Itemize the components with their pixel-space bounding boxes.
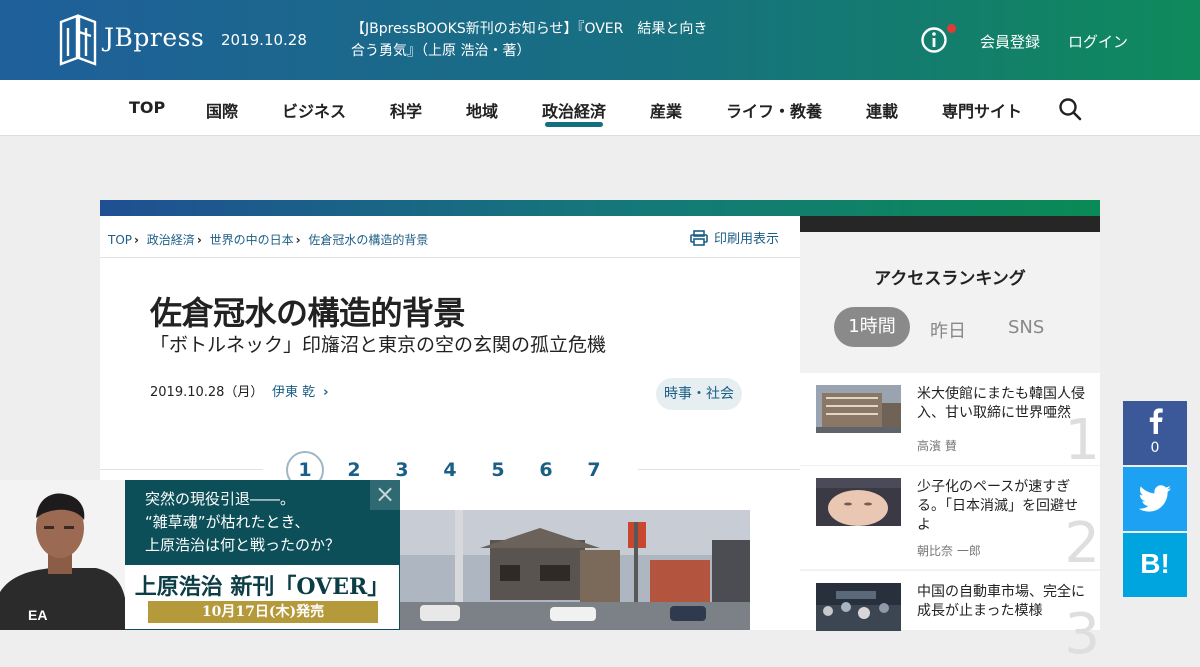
ranking-item-author: 高濱 賛 (917, 439, 957, 453)
chevron-right-icon: › (323, 385, 329, 400)
twitter-share-button[interactable] (1123, 467, 1187, 531)
nav-international[interactable]: 国際 (206, 98, 238, 122)
breadcrumb: TOP › 政治経済 › 世界の中の日本 › 佐倉冠水の構造的背景 (108, 231, 428, 248)
nav-politics-economy[interactable]: 政治経済 (542, 98, 606, 122)
print-view-label: 印刷用表示 (714, 232, 780, 247)
promo-release-date: 10月17日(木)発売 (148, 601, 378, 623)
page-5[interactable]: 5 (479, 451, 517, 489)
sidebar-top-bar (800, 216, 1100, 232)
site-header: JBpress 2019.10.28 【JBpressBOOKS新刊のお知らせ】… (0, 0, 1200, 80)
ranking-item[interactable]: 少子化のペースが速すぎる。「日本消滅」を回避せよ 朝比奈 一郎 2 (800, 466, 1100, 576)
breadcrumb-current[interactable]: 佐倉冠水の構造的背景 (308, 233, 428, 247)
ranking-item-author: 朝比奈 一郎 (917, 544, 981, 558)
article-photo (400, 510, 750, 630)
nav-active-indicator (545, 122, 603, 127)
ranking-item[interactable]: 中国の自動車市場、完全に成長が止まった模様 3 (800, 571, 1100, 663)
promo-copy: 突然の現役引退――。 “雑草魂”が枯れたとき、 上原浩治は何と戦ったのか？ (145, 488, 340, 557)
facebook-icon (1149, 408, 1163, 434)
print-view-link[interactable]: 印刷用表示 (690, 228, 779, 247)
twitter-bird-icon (1138, 485, 1171, 512)
book-promo-banner[interactable]: EA 突然の現役引退――。 “雑草魂”が枯れたとき、 上原浩治は何と戦ったのか？… (0, 480, 400, 630)
ranking-title: アクセスランキング (874, 269, 1026, 289)
ranking-item-number: 3 (1064, 602, 1100, 667)
divider (100, 257, 800, 258)
promo-line: 上原浩治は何と戦ったのか？ (145, 536, 341, 554)
login-link[interactable]: ログイン (1068, 31, 1128, 52)
register-link[interactable]: 会員登録 (980, 31, 1040, 52)
promo-line: 突然の現役引退――。 (145, 490, 296, 508)
ranking-item-title: 少子化のペースが速すぎる。「日本消滅」を回避せよ (917, 479, 1078, 533)
nav-science[interactable]: 科学 (390, 98, 422, 122)
site-logo[interactable]: JBpress (58, 14, 204, 68)
nav-special-sites[interactable]: 専門サイト (942, 98, 1022, 122)
chevron-right-icon: › (295, 233, 301, 247)
logo-mark (59, 14, 97, 66)
page-4[interactable]: 4 (431, 451, 469, 489)
printer-icon (690, 230, 708, 246)
ranking-sidebar: アクセスランキング 1時間 昨日 SNS 米大使館にまたも韓国人侵入、甘い取締に… (800, 216, 1100, 663)
ranking-thumbnail (816, 478, 901, 526)
info-icon[interactable] (920, 26, 948, 54)
page-7[interactable]: 7 (575, 451, 613, 489)
facebook-share-count: 0 (1150, 440, 1160, 456)
ranking-thumbnail (816, 583, 901, 631)
nav-life-culture[interactable]: ライフ・教養 (726, 98, 822, 122)
page-6[interactable]: 6 (527, 451, 565, 489)
main-nav: TOP 国際 ビジネス 科学 地域 政治経済 産業 ライフ・教養 連載 専門サイ… (0, 80, 1200, 136)
notification-dot (947, 24, 956, 33)
ranking-item-number: 1 (1064, 408, 1100, 473)
ranking-item[interactable]: 米大使館にまたも韓国人侵入、甘い取締に世界唖然 高濱 賛 1 (800, 373, 1100, 469)
nav-top[interactable]: TOP (129, 98, 165, 117)
nav-business[interactable]: ビジネス (282, 98, 346, 122)
promo-book-title: 上原浩治 新刊「OVER」 (134, 574, 390, 600)
tab-yesterday[interactable]: 昨日 (930, 317, 966, 343)
category-tag[interactable]: 時事・社会 (656, 378, 742, 410)
article-date: 2019.10.28（月） (150, 385, 264, 400)
author-link[interactable]: 伊東 乾 › (272, 381, 329, 400)
close-icon[interactable]: × (370, 480, 400, 510)
author-name: 伊東 乾 (272, 385, 316, 400)
promo-book-box: 上原浩治 新刊「OVER」 10月17日(木)発売 (125, 565, 399, 629)
hatena-bookmark-button[interactable]: B! (1123, 533, 1187, 597)
nav-region[interactable]: 地域 (466, 98, 498, 122)
breadcrumb-politics-economy[interactable]: 政治経済 (147, 233, 195, 247)
nav-series[interactable]: 連載 (866, 98, 898, 122)
ranking-item-number: 2 (1064, 511, 1100, 576)
article-title: 佐倉冠水の構造的背景 (150, 294, 466, 332)
breadcrumb-top[interactable]: TOP (108, 233, 132, 247)
logo-text: JBpress (104, 23, 205, 52)
chevron-right-icon: › (196, 233, 202, 247)
facebook-share-button[interactable]: 0 (1123, 401, 1187, 465)
hatena-bookmark-icon: B! (1140, 548, 1170, 579)
svg-text:EA: EA (28, 607, 47, 623)
tab-sns[interactable]: SNS (1008, 317, 1044, 338)
search-icon[interactable] (1058, 97, 1082, 121)
header-date: 2019.10.28 (221, 31, 307, 49)
promo-line: “雑草魂”が枯れたとき、 (145, 513, 310, 531)
nav-industry[interactable]: 産業 (650, 98, 682, 122)
accent-bar (100, 200, 1100, 216)
promo-portrait: EA (0, 480, 125, 630)
ranking-thumbnail (816, 385, 901, 433)
ranking-item-title: 米大使館にまたも韓国人侵入、甘い取締に世界唖然 (917, 386, 1085, 421)
share-buttons: 0 B! (1123, 401, 1187, 597)
ranking-item-title: 中国の自動車市場、完全に成長が止まった模様 (917, 584, 1085, 619)
news-banner-link[interactable]: 【JBpressBOOKS新刊のお知らせ】『OVER 結果と向き合う勇気』（上原… (351, 18, 711, 62)
article-subtitle: 「ボトルネック」印旛沼と東京の空の玄関の孤立危機 (150, 334, 607, 356)
chevron-right-icon: › (134, 233, 139, 247)
tab-1-hour[interactable]: 1時間 (834, 307, 910, 347)
breadcrumb-japan-in-world[interactable]: 世界の中の日本 (210, 233, 294, 247)
